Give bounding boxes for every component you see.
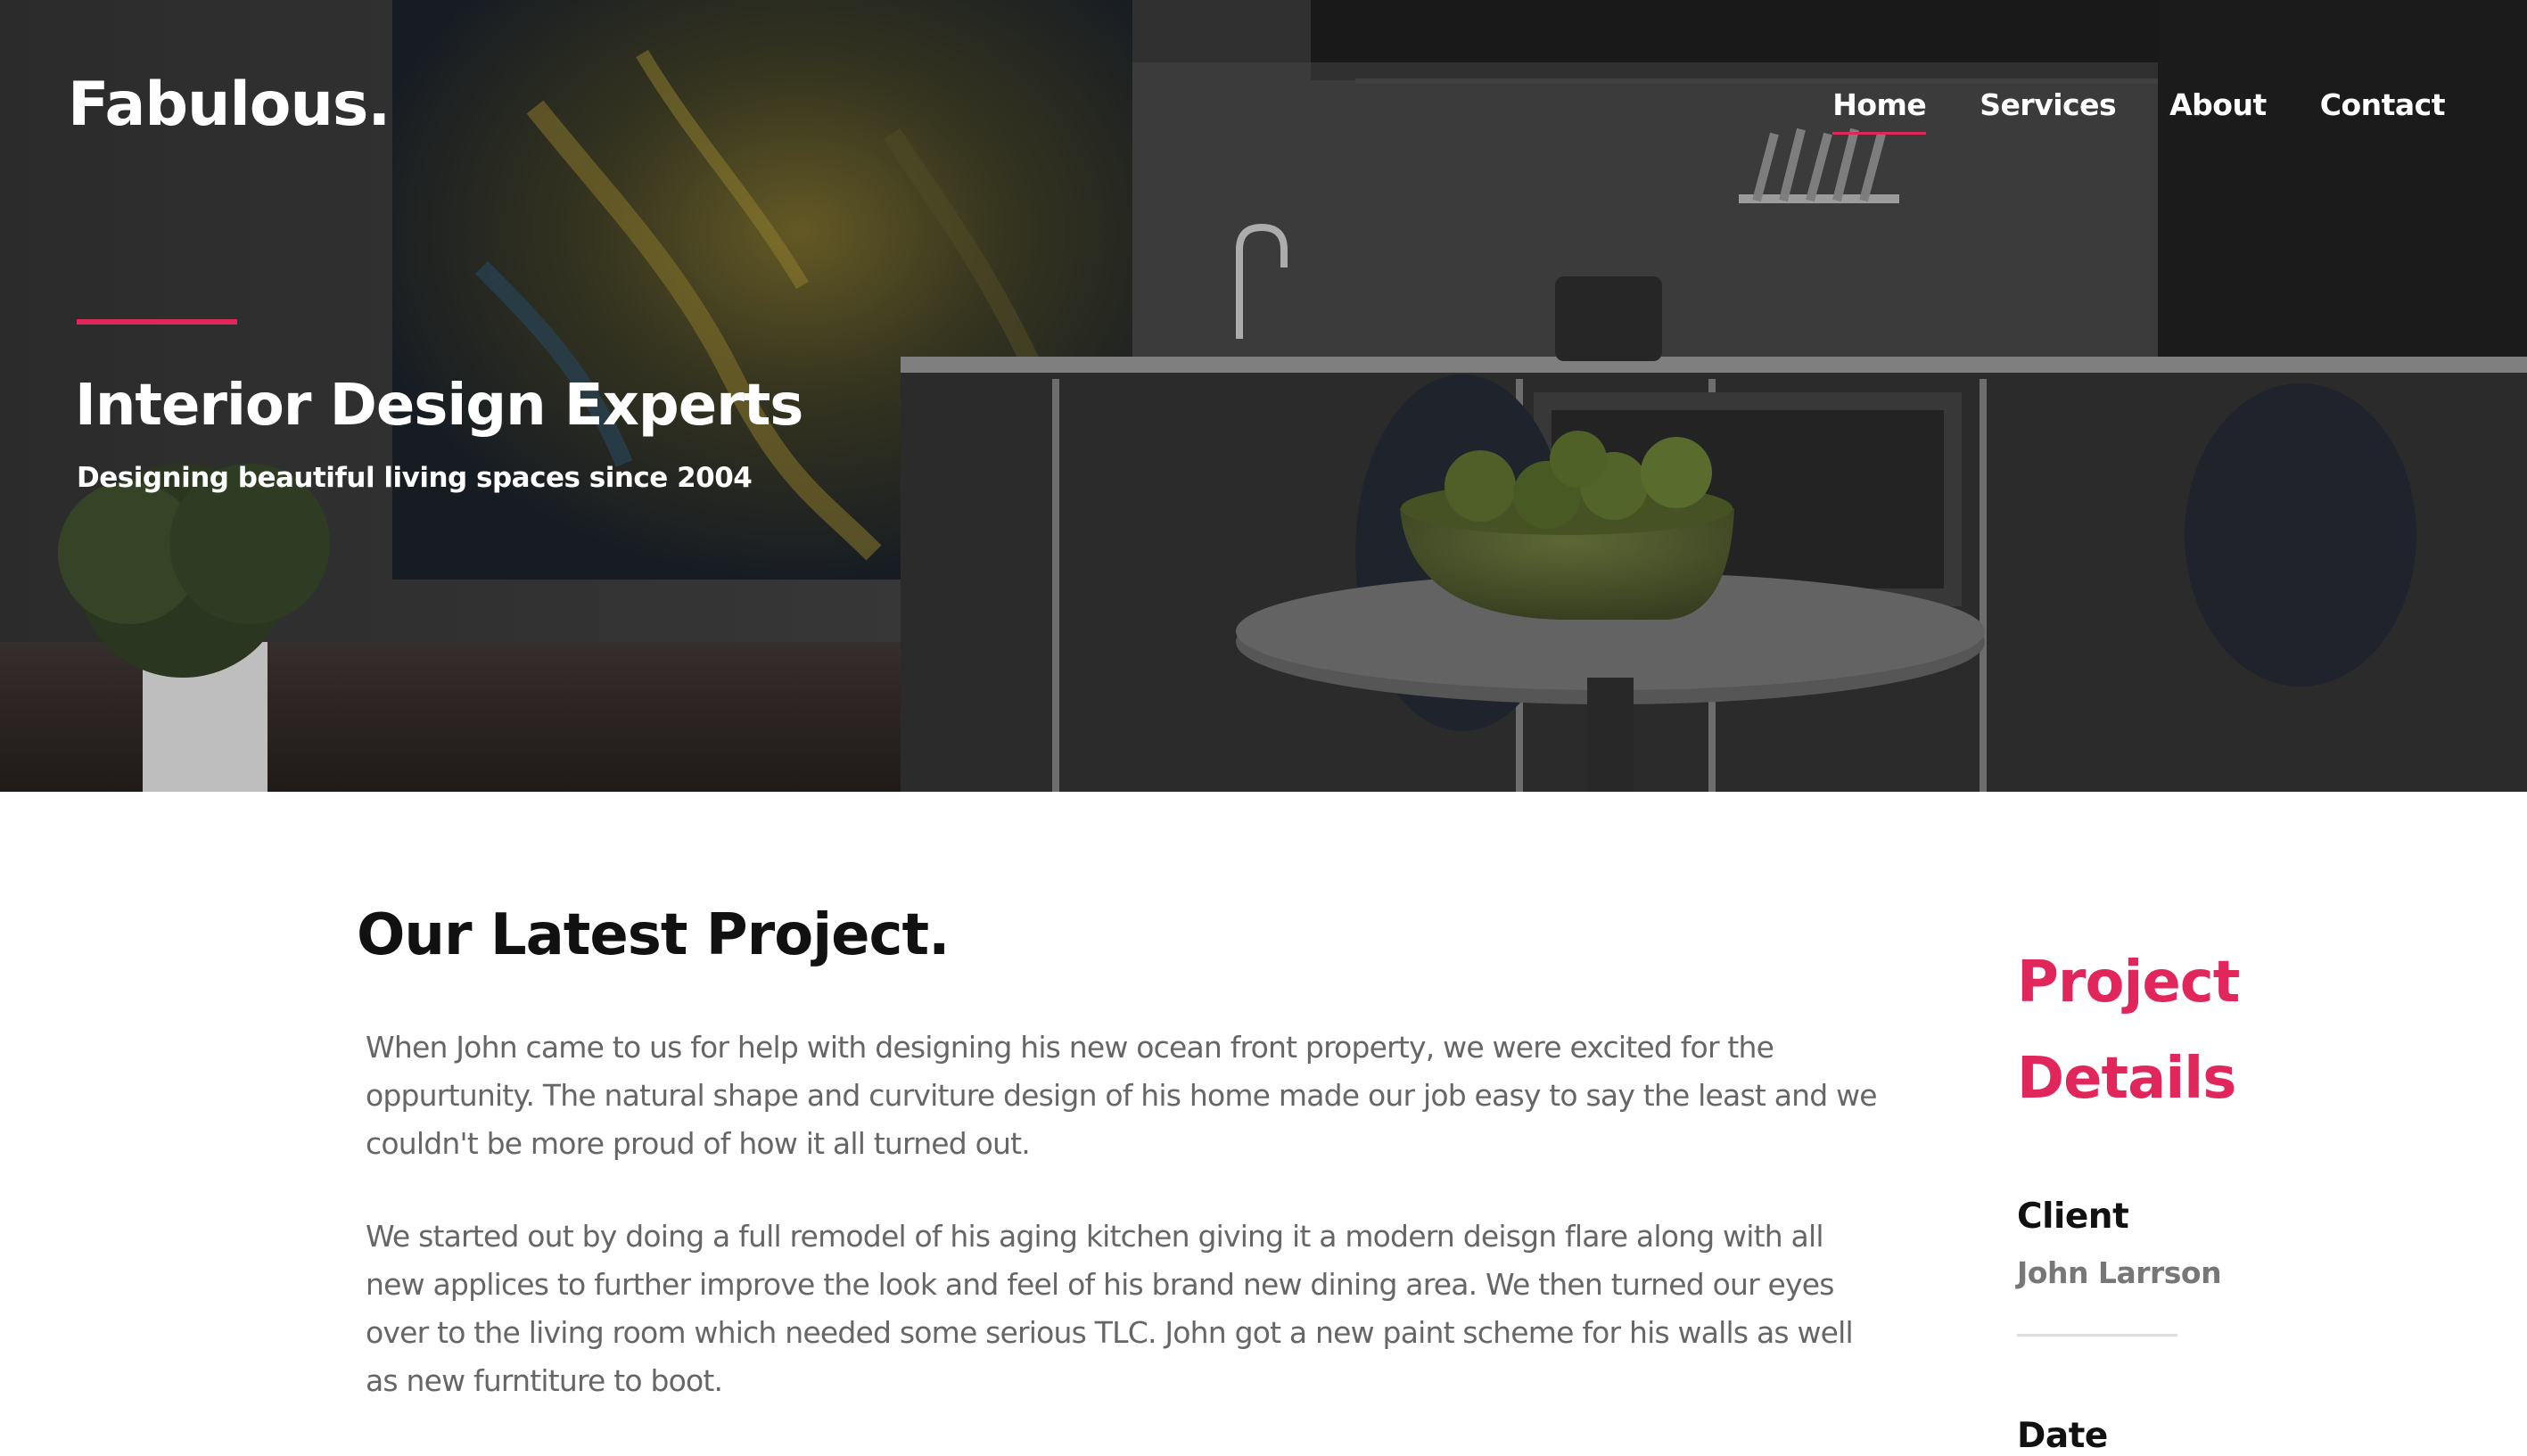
nav-services[interactable]: Services (1980, 87, 2116, 135)
hero-accent-rule (77, 319, 237, 325)
nav-contact[interactable]: Contact (2320, 87, 2446, 135)
project-paragraph-1: When John came to us for help with desig… (366, 1030, 1878, 1161)
main-nav: Home Services About Contact (1832, 87, 2446, 135)
hero-banner: Fabulous. Home Services About Contact In… (0, 0, 2527, 792)
client-label: Client (2017, 1197, 2129, 1237)
project-paragraph-2: We started out by doing a full remodel o… (366, 1219, 1854, 1398)
hero-title: Interior Design Experts (75, 373, 803, 439)
site-logo[interactable]: Fabulous. (68, 70, 391, 140)
nav-about[interactable]: About (2169, 87, 2267, 135)
project-title: Our Latest Project. (357, 902, 950, 968)
project-details-title: Project Details (2017, 950, 2240, 1112)
nav-home[interactable]: Home (1832, 87, 1927, 135)
details-divider (2017, 1334, 2177, 1337)
date-label: Date (2017, 1416, 2108, 1456)
hero-subtitle: Designing beautiful living spaces since … (77, 462, 753, 494)
client-value: John Larrson (2017, 1255, 2222, 1290)
